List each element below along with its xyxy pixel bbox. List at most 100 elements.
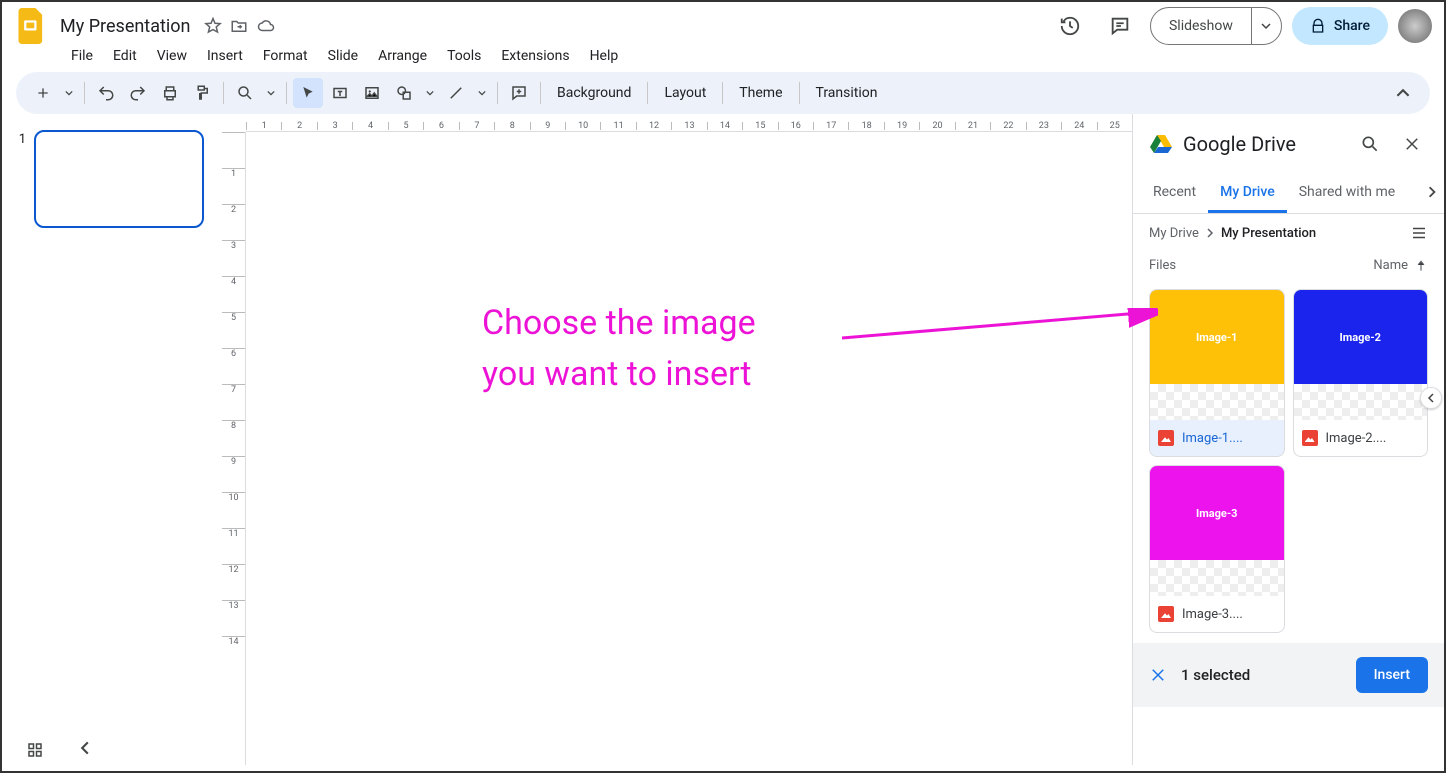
select-tool[interactable] — [293, 78, 323, 108]
files-header: Files Name — [1133, 252, 1444, 279]
chevron-right-icon — [1205, 228, 1215, 238]
panel-tabs: RecentMy DriveShared with me — [1133, 174, 1444, 214]
file-meta: Image-2.... — [1294, 420, 1428, 456]
paint-format-button[interactable] — [187, 78, 217, 108]
image-file-icon — [1158, 430, 1174, 446]
insert-button[interactable]: Insert — [1356, 657, 1428, 693]
comments-icon[interactable] — [1100, 6, 1140, 46]
annotation-text: Choose the image you want to insert — [482, 298, 756, 400]
toolbar: Background Layout Theme Transition — [16, 72, 1430, 114]
collapse-filmstrip-icon[interactable] — [78, 741, 92, 759]
zoom-button[interactable] — [230, 78, 260, 108]
file-card[interactable]: Image-2 Image-2.... — [1293, 289, 1429, 457]
tab-my-drive[interactable]: My Drive — [1208, 174, 1287, 213]
slide-canvas[interactable] — [252, 138, 1126, 759]
menu-file[interactable]: File — [62, 44, 102, 68]
selection-count: 1 selected — [1181, 666, 1342, 684]
side-panel-handle[interactable] — [1420, 387, 1442, 409]
close-panel-icon[interactable] — [1396, 128, 1428, 160]
search-icon[interactable] — [1354, 128, 1386, 160]
new-slide-dropdown[interactable] — [60, 78, 78, 108]
file-name: Image-1.... — [1182, 431, 1243, 446]
collapse-toolbar-button[interactable] — [1388, 78, 1418, 108]
file-name: Image-2.... — [1326, 431, 1387, 446]
file-checker — [1150, 560, 1284, 596]
redo-button[interactable] — [123, 78, 153, 108]
file-thumb: Image-2 — [1294, 290, 1428, 384]
print-button[interactable] — [155, 78, 185, 108]
transition-button[interactable]: Transition — [806, 85, 888, 101]
grid-view-icon[interactable] — [26, 741, 44, 759]
shape-dropdown[interactable] — [421, 78, 439, 108]
shape-tool[interactable] — [389, 78, 419, 108]
drive-side-panel: Google Drive RecentMy DriveShared with m… — [1132, 114, 1444, 765]
slideshow-button[interactable]: Slideshow — [1151, 8, 1251, 44]
menu-bar: FileEditViewInsertFormatSlideArrangeTool… — [2, 44, 1444, 72]
cloud-status-icon[interactable] — [256, 17, 276, 35]
menu-view[interactable]: View — [148, 44, 196, 68]
menu-slide[interactable]: Slide — [319, 44, 367, 68]
panel-footer: 1 selected Insert — [1133, 643, 1444, 707]
layout-button[interactable]: Layout — [654, 85, 716, 101]
image-tool[interactable] — [357, 78, 387, 108]
background-button[interactable]: Background — [547, 85, 641, 101]
file-checker — [1150, 384, 1284, 420]
star-icon[interactable] — [204, 17, 222, 35]
vertical-ruler: 1234567891011121314 — [222, 132, 246, 765]
file-card[interactable]: Image-3 Image-3.... — [1149, 465, 1285, 633]
breadcrumb-root[interactable]: My Drive — [1149, 226, 1199, 241]
menu-extensions[interactable]: Extensions — [492, 44, 578, 68]
history-icon[interactable] — [1050, 6, 1090, 46]
document-title[interactable]: My Presentation — [54, 14, 196, 39]
bottom-left-controls — [26, 741, 92, 759]
new-slide-button[interactable] — [28, 78, 58, 108]
menu-arrange[interactable]: Arrange — [369, 44, 436, 68]
menu-help[interactable]: Help — [581, 44, 628, 68]
deselect-icon[interactable] — [1149, 666, 1167, 684]
account-avatar[interactable] — [1398, 9, 1432, 43]
share-label: Share — [1334, 18, 1370, 34]
zoom-dropdown[interactable] — [262, 78, 280, 108]
menu-tools[interactable]: Tools — [438, 44, 490, 68]
horizontal-ruler: 1234567891011121314151617181920212223242… — [246, 114, 1132, 132]
breadcrumb: My Drive My Presentation — [1133, 214, 1444, 252]
menu-edit[interactable]: Edit — [104, 44, 146, 68]
filmstrip: 1 — [2, 114, 222, 765]
theme-button[interactable]: Theme — [729, 85, 792, 101]
undo-button[interactable] — [91, 78, 121, 108]
menu-insert[interactable]: Insert — [198, 44, 252, 68]
comment-add-button[interactable] — [504, 78, 534, 108]
panel-title: Google Drive — [1183, 132, 1344, 156]
sort-label[interactable]: Name — [1373, 258, 1408, 273]
image-file-icon — [1302, 430, 1318, 446]
tab-shared-with-me[interactable]: Shared with me — [1287, 174, 1407, 213]
line-dropdown[interactable] — [473, 78, 491, 108]
file-card[interactable]: Image-1 Image-1.... — [1149, 289, 1285, 457]
file-meta: Image-3.... — [1150, 596, 1284, 632]
slide-thumbnail-1[interactable] — [34, 130, 204, 228]
slide-number: 1 — [12, 130, 26, 749]
menu-format[interactable]: Format — [254, 44, 317, 68]
line-tool[interactable] — [441, 78, 471, 108]
tab-recent[interactable]: Recent — [1141, 174, 1208, 213]
annotation-arrow — [842, 308, 1162, 348]
tabs-scroll-right-icon[interactable] — [1420, 180, 1444, 204]
textbox-tool[interactable] — [325, 78, 355, 108]
view-list-icon[interactable] — [1410, 224, 1428, 242]
sort-arrow-icon[interactable] — [1414, 259, 1428, 273]
lock-icon — [1310, 18, 1326, 34]
slides-logo-icon[interactable] — [14, 8, 50, 44]
file-meta: Image-1.... — [1150, 420, 1284, 456]
files-grid: Image-1Image-1....Image-2Image-2....Imag… — [1133, 279, 1444, 643]
file-checker — [1294, 384, 1428, 420]
canvas-area: 1234567891011121314151617181920212223242… — [222, 114, 1132, 765]
move-folder-icon[interactable] — [230, 17, 248, 35]
slideshow-button-group: Slideshow — [1150, 7, 1282, 45]
file-thumb: Image-3 — [1150, 466, 1284, 560]
share-button[interactable]: Share — [1292, 7, 1388, 45]
files-label: Files — [1149, 258, 1176, 273]
slideshow-dropdown[interactable] — [1251, 8, 1281, 44]
file-thumb: Image-1 — [1150, 290, 1284, 384]
breadcrumb-current: My Presentation — [1221, 226, 1316, 241]
app-header: My Presentation Slideshow Share — [2, 2, 1444, 44]
